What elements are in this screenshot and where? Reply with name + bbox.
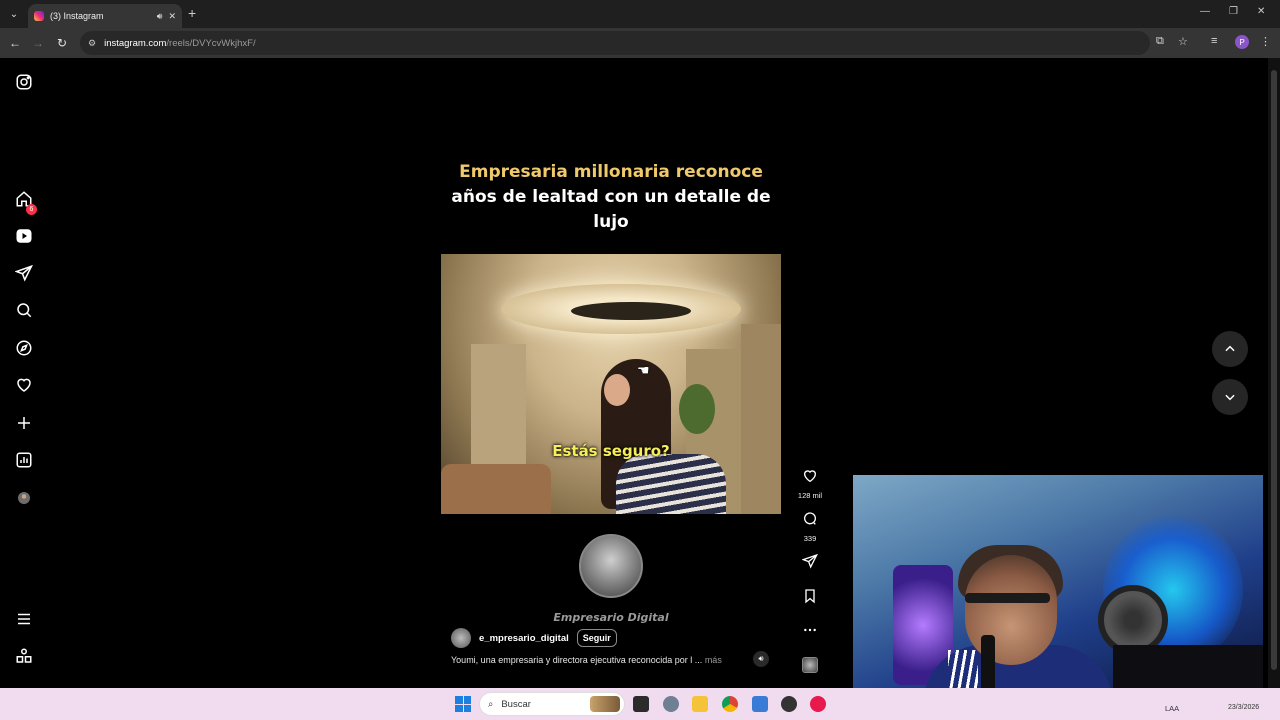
video-subtitle: Estás seguro? — [552, 442, 670, 460]
taskbar-date[interactable]: 23/3/2026 — [1228, 704, 1259, 711]
browser-menu-icon[interactable]: ⋮ — [1260, 35, 1271, 48]
author-username[interactable]: e_mpresario_digital — [479, 633, 569, 644]
also-from-meta-icon[interactable] — [14, 646, 34, 666]
brand-name: Empresario Digital — [553, 611, 669, 624]
next-reel-button[interactable] — [1212, 379, 1248, 415]
more-menu-icon[interactable] — [14, 609, 34, 629]
minimize-button[interactable]: — — [1200, 6, 1210, 17]
task-view-icon[interactable] — [633, 696, 649, 712]
address-bar[interactable]: ⚙︎ instagram.com/reels/DVYcvWkjhxF/ — [80, 31, 1150, 55]
caption-line-2: años de lealtad con un detalle de — [451, 187, 771, 207]
windows-taskbar: ⌕ Buscar LAA — [0, 688, 1280, 720]
comment-action[interactable]: 339 — [798, 511, 822, 543]
chevron-down-icon — [1225, 394, 1235, 401]
right-shelf — [741, 324, 781, 514]
settings-gear-icon[interactable] — [663, 696, 679, 712]
author-row: e_mpresario_digital Seguir — [451, 628, 617, 648]
site-info-icon[interactable]: ⚙︎ — [88, 38, 96, 49]
caption-line-3: lujo — [593, 212, 629, 232]
chrome-icon[interactable] — [722, 696, 738, 712]
search-icon[interactable] — [14, 300, 34, 320]
back-arrow-icon[interactable]: ← — [7, 35, 23, 51]
reels-icon[interactable] — [14, 226, 34, 246]
scroll-thumb[interactable] — [1271, 70, 1277, 670]
close-window-button[interactable]: ✕ — [1257, 6, 1265, 17]
person-face — [604, 374, 630, 406]
explore-compass-icon[interactable] — [14, 338, 34, 358]
heart-icon[interactable] — [14, 375, 34, 395]
tab-search-menu-icon[interactable]: ⌄ — [6, 6, 22, 22]
caption-line-1: Empresaria millonaria reconoce — [459, 162, 763, 182]
media-controls-icon[interactable]: ≡ — [1211, 35, 1217, 47]
heart-icon[interactable] — [802, 468, 818, 484]
more-options-action[interactable] — [798, 622, 822, 643]
taskbar-search[interactable]: ⌕ Buscar — [479, 692, 625, 716]
share-action[interactable] — [798, 553, 822, 574]
audio-thumbnail[interactable] — [802, 657, 818, 673]
webcam-overlay — [853, 475, 1263, 707]
messages-icon[interactable] — [14, 263, 34, 283]
profile-avatar[interactable]: P — [1235, 35, 1249, 49]
browser-toolbar: ← → ↻ ⚙︎ instagram.com/reels/DVYcvWkjhxF… — [0, 28, 1280, 58]
obs-icon[interactable] — [781, 696, 797, 712]
reel-description[interactable]: Youmi, una empresaria y directora ejecut… — [451, 655, 722, 665]
video-frame[interactable]: Estás seguro? ☚ — [441, 254, 781, 514]
person-shirt — [616, 454, 726, 514]
profile-avatar-icon[interactable] — [14, 488, 34, 508]
likes-count: 128 mil — [797, 491, 823, 500]
instagram-logo-icon[interactable] — [14, 72, 34, 92]
ellipsis-icon[interactable] — [802, 622, 818, 638]
install-app-icon[interactable]: ⧉ — [1156, 35, 1164, 48]
tab-instagram[interactable]: (3) Instagram 🔊︎ ✕ — [28, 4, 182, 28]
webcam-person-head — [965, 555, 1057, 665]
notification-badge: 6 — [26, 204, 37, 215]
save-action[interactable] — [798, 588, 822, 609]
tab-title: (3) Instagram — [50, 11, 104, 21]
page-scrollbar[interactable] — [1268, 58, 1280, 688]
description-text: Youmi, una empresaria y directora ejecut… — [451, 655, 703, 665]
url-path: /reels/DVYcvWkjhxF/ — [166, 37, 256, 49]
new-tab-button[interactable]: + — [188, 6, 196, 20]
follow-button[interactable]: Seguir — [576, 629, 617, 647]
mute-toggle-icon[interactable]: 🔊︎ — [753, 651, 769, 667]
previous-reel-button[interactable] — [1212, 331, 1248, 367]
share-icon[interactable] — [801, 553, 818, 569]
url-host: instagram.com — [104, 37, 167, 49]
plant — [679, 384, 715, 434]
author-avatar[interactable] — [451, 628, 471, 648]
create-plus-icon[interactable] — [14, 413, 34, 433]
restore-button[interactable]: ❐ — [1229, 6, 1238, 17]
close-tab-icon[interactable]: ✕ — [168, 11, 176, 22]
browser-tabstrip: ⌄ (3) Instagram 🔊︎ ✕ + — ❐ ✕ — [0, 0, 1280, 28]
brand-logo — [579, 534, 643, 598]
reel-video-card[interactable]: Empresaria millonaria reconoce años de l… — [441, 70, 781, 676]
more-link[interactable]: más — [705, 655, 722, 665]
dashboard-chart-icon[interactable] — [14, 450, 34, 470]
bookmark-icon[interactable] — [802, 588, 818, 604]
tray-language[interactable]: LAA — [1165, 704, 1179, 713]
app-window-icon[interactable] — [752, 696, 768, 712]
search-highlight-art — [590, 696, 620, 712]
file-explorer-icon[interactable] — [692, 696, 708, 712]
mouse-cursor-icon: ☚ — [637, 362, 650, 378]
comment-icon[interactable] — [802, 511, 818, 527]
skylight — [571, 302, 691, 320]
comments-count: 339 — [803, 534, 817, 543]
speaker-icon[interactable]: 🔊︎ — [157, 11, 163, 22]
reload-icon[interactable]: ↻ — [54, 35, 70, 51]
forward-arrow-icon[interactable]: → — [30, 35, 46, 51]
search-icon: ⌕ — [488, 698, 494, 710]
instagram-favicon-icon — [34, 11, 44, 21]
sofa — [441, 464, 551, 514]
windows-start-icon[interactable] — [455, 696, 471, 712]
search-placeholder: Buscar — [501, 698, 531, 710]
bookmark-star-icon[interactable]: ☆ — [1178, 35, 1188, 48]
instagram-sidebar — [0, 58, 48, 688]
like-action[interactable]: 128 mil — [798, 468, 822, 500]
media-player-icon[interactable] — [810, 696, 826, 712]
webcam-headband — [965, 593, 1050, 603]
reel-overlay-caption: Empresaria millonaria reconoce años de l… — [441, 160, 781, 235]
chevron-up-icon — [1225, 345, 1235, 352]
